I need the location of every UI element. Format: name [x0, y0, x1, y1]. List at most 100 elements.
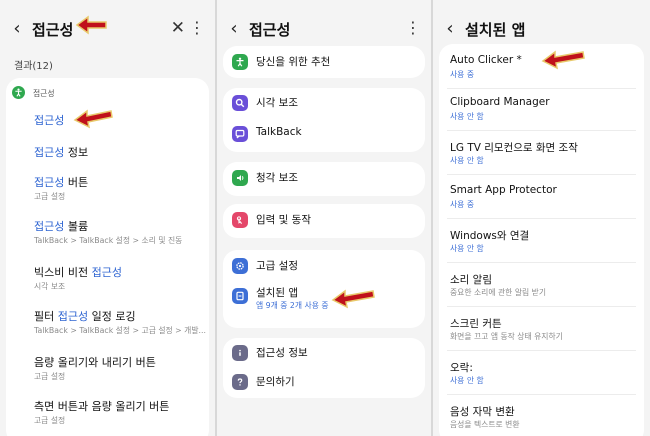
app-description: 화면을 끄고 앱 동작 상태 유지하기 [450, 332, 563, 341]
annotation-arrow-result [73, 109, 113, 129]
match-highlight: 접근성 [34, 176, 65, 189]
result-title-text: 빅스비 비전 [34, 266, 92, 279]
divider [447, 350, 636, 351]
result-path: TalkBack > TalkBack 설정 > 고급 설정 > 개발... [34, 326, 206, 335]
divider [447, 130, 636, 131]
result-title: 음량 올리기와 내리기 버튼 [34, 354, 156, 370]
search-results-panel: ‹ 접근성 ✕ ⋮ 결과(12) 접근성 접근성 접근성 정보 접근성 버튼 고급 설… [0, 0, 215, 436]
page-title: 접근성 [249, 21, 291, 39]
more-options-icon[interactable]: ⋮ [189, 17, 205, 39]
result-title-text: 정보 [64, 146, 89, 159]
menu-item-label: 당신을 위한 추천 [256, 56, 331, 68]
app-status: 사용 중 [450, 70, 474, 79]
back-arrow-icon[interactable]: ‹ [223, 14, 245, 42]
installed-apps-card: Auto Clicker * 사용 중 Clipboard Manager 사용 안 … [439, 44, 644, 436]
menu-item-status: 앱 9개 중 2개 사용 중 [256, 301, 329, 310]
help-icon [232, 374, 248, 390]
menu-item[interactable]: 청각 보조 [223, 162, 425, 196]
annotation-arrow-installed-apps [331, 289, 375, 309]
menu-item[interactable]: TalkBack [223, 88, 425, 152]
clear-search-icon[interactable]: ✕ [171, 17, 185, 39]
menu-item-label: 청각 보조 [256, 172, 298, 184]
result-title: 빅스비 비전 접근성 [34, 264, 122, 280]
result-path: 고급 설정 [34, 416, 66, 425]
installed-apps-header: ‹ 설치된 앱 [433, 14, 650, 42]
app-name: LG TV 리모컨으로 화면 조작 [450, 142, 578, 154]
installed-app-item[interactable]: Smart App Protector 사용 중 [439, 184, 644, 224]
app-name: Auto Clicker * [450, 54, 522, 66]
app-name: 소리 알림 [450, 274, 492, 286]
divider [447, 262, 636, 263]
result-title-text: 필터 [34, 310, 58, 323]
annotation-arrow-title [75, 15, 107, 35]
app-name: Windows와 연결 [450, 230, 530, 242]
match-highlight: 접근성 [57, 310, 89, 323]
back-arrow-icon[interactable]: ‹ [439, 14, 461, 42]
menu-group-card: 입력 및 동작 [223, 204, 425, 238]
result-path: 시각 보조 [34, 282, 66, 291]
result-title: 접근성 볼륨 [34, 218, 88, 234]
menu-item[interactable]: 당신을 위한 추천 [223, 46, 425, 78]
result-title: 측면 버튼과 음량 올리기 버튼 [34, 398, 169, 414]
annotation-arrow-auto-clicker [541, 50, 585, 70]
app-status: 사용 안 함 [450, 376, 484, 385]
hearing-icon [232, 170, 248, 186]
app-name: 오락: [450, 362, 473, 374]
menu-group-card: 시각 보조 TalkBack [223, 88, 425, 152]
back-arrow-icon[interactable]: ‹ [6, 14, 28, 42]
app-name: Clipboard Manager [450, 96, 550, 108]
result-path: 고급 설정 [34, 192, 66, 201]
installed-app-item[interactable]: 오락: 사용 안 함 [439, 360, 644, 400]
touch-icon [232, 212, 248, 228]
app-name: 음성 자막 변환 [450, 406, 515, 418]
accessibility-person-icon [232, 54, 248, 70]
menu-item-label: TalkBack [256, 126, 302, 138]
app-status: 사용 안 함 [450, 156, 484, 165]
match-highlight: 접근성 [91, 266, 122, 279]
result-title: 접근성 [34, 112, 64, 128]
divider [447, 174, 636, 175]
app-status: 사용 안 함 [450, 244, 484, 253]
result-title-text: 일정 로깅 [88, 310, 136, 323]
menu-item[interactable]: 입력 및 동작 [223, 204, 425, 238]
menu-group-card: 고급 설정 설치된 앱앱 9개 중 2개 사용 중 [223, 250, 425, 328]
installed-app-item[interactable]: LG TV 리모컨으로 화면 조작사용 안 함 [439, 140, 644, 180]
app-status: 사용 안 함 [450, 112, 484, 121]
menu-group-card: 접근성 정보 문의하기 [223, 338, 425, 398]
talkback-icon [232, 126, 248, 142]
menu-group-card: 청각 보조 [223, 162, 425, 196]
result-title: 필터 접근성 일정 로깅 [34, 308, 136, 324]
menu-item[interactable]: 문의하기 [223, 338, 425, 398]
app-description: 음성을 텍스트로 변환 [450, 420, 520, 429]
installed-app-item[interactable]: 소리 알림중요한 소리에 관한 알림 받기 [439, 272, 644, 312]
search-query-text[interactable]: 접근성 [32, 19, 73, 40]
installed-app-item[interactable]: Clipboard Manager 사용 안 함 [439, 96, 644, 136]
installed-apps-icon [232, 288, 248, 304]
results-card: 접근성 접근성 접근성 정보 접근성 버튼 고급 설정 접근성 볼륨 TalkBack >… [6, 78, 209, 436]
result-title-text: 측면 버튼과 음량 올리기 버튼 [34, 400, 170, 413]
menu-item-label: 문의하기 [256, 376, 295, 388]
result-title-text: 볼륨 [64, 220, 89, 233]
installed-app-item[interactable]: 음성 자막 변환음성을 텍스트로 변환 [439, 404, 644, 436]
result-title-text: 음량 올리기와 내리기 버튼 [34, 356, 156, 369]
app-description: 중요한 소리에 관한 알림 받기 [450, 288, 546, 297]
installed-app-item[interactable]: Windows와 연결사용 안 함 [439, 228, 644, 268]
section-label: 접근성 [33, 89, 55, 98]
accessibility-panel: ‹ 접근성 ⋮ 당신을 위한 추천시각 보조 TalkBack 청각 보조입력 및 … [215, 0, 431, 436]
menu-item[interactable]: 설치된 앱앱 9개 중 2개 사용 중 [223, 250, 425, 328]
app-name: 스크린 커튼 [450, 318, 502, 330]
app-name: Smart App Protector [450, 184, 557, 196]
installed-app-item[interactable]: 스크린 커튼화면을 끄고 앱 동작 상태 유지하기 [439, 316, 644, 356]
result-path: 고급 설정 [34, 372, 66, 381]
page-title: 설치된 앱 [465, 21, 526, 39]
menu-item-label: 설치된 앱 [256, 287, 298, 299]
result-title-text: 버튼 [64, 176, 89, 189]
result-path: TalkBack > TalkBack 설정 > 소리 및 진동 [34, 236, 183, 245]
match-highlight: 접근성 [34, 220, 65, 233]
more-options-icon[interactable]: ⋮ [405, 17, 421, 39]
divider [447, 88, 636, 89]
accessibility-section-icon [12, 86, 25, 99]
menu-group-card: 당신을 위한 추천 [223, 46, 425, 78]
divider [447, 394, 636, 395]
result-title: 접근성 버튼 [34, 174, 88, 190]
